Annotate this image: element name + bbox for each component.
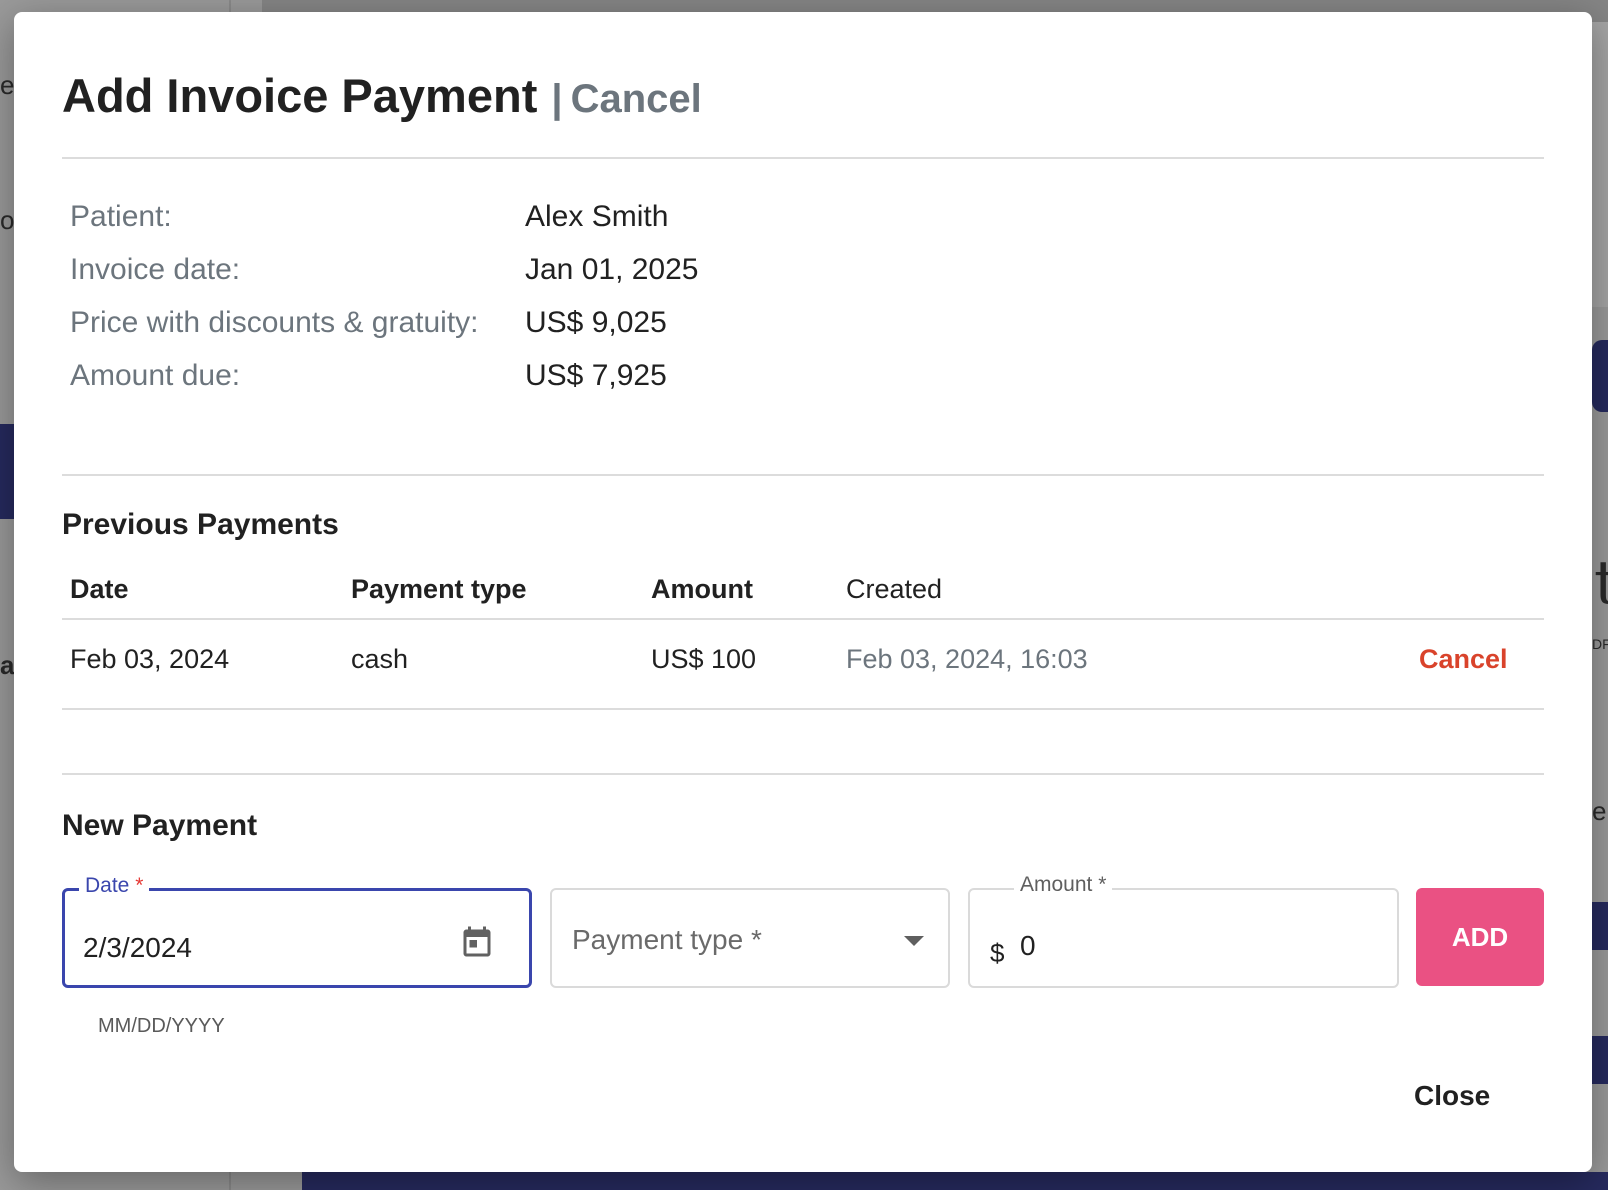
header-cancel-link[interactable]: Cancel [571, 77, 702, 122]
background-tab [1592, 340, 1608, 412]
table-row-divider [62, 708, 1544, 710]
payment-date-cell: Feb 03, 2024 [70, 644, 230, 674]
divider [62, 474, 1544, 476]
add-payment-button[interactable]: ADD [1416, 888, 1544, 986]
title-separator: | [551, 77, 563, 121]
amount-due-label: Amount due: [70, 359, 241, 392]
column-header-created: Created [846, 574, 943, 604]
background-logo-fragment: t [1594, 548, 1608, 618]
background-panel [1592, 22, 1608, 307]
caret-down-icon [902, 934, 926, 952]
new-payment-title: New Payment [62, 809, 258, 842]
invoice-date-value: Jan 01, 2025 [525, 253, 699, 286]
add-invoice-payment-dialog: Add Invoice Payment | Cancel Patient: Al… [14, 12, 1592, 1172]
date-field-label: Date * [79, 874, 150, 898]
background-button [1592, 1036, 1608, 1084]
date-field[interactable]: Date * 2/3/2024 [62, 874, 532, 988]
background-table-header [302, 1172, 1608, 1190]
background-text: e [1592, 796, 1607, 826]
patient-label: Patient: [70, 200, 172, 233]
table-header-divider [62, 618, 1544, 620]
calendar-icon[interactable] [459, 924, 495, 967]
background-nav-highlight [0, 424, 14, 519]
caret-down-glyph [904, 936, 924, 946]
previous-payments-title: Previous Payments [62, 508, 339, 541]
background-text: o [0, 205, 15, 235]
amount-field[interactable]: Amount * $ 0 [968, 873, 1399, 988]
dialog-header: Add Invoice Payment | Cancel [62, 68, 702, 123]
patient-value: Alex Smith [525, 200, 669, 233]
dialog-title: Add Invoice Payment [62, 69, 538, 122]
calendar-icon-glyph [463, 926, 491, 957]
required-marker: * [135, 874, 144, 897]
date-format-hint: MM/DD/YYYY [98, 1015, 225, 1037]
column-header-date: Date [70, 574, 129, 604]
divider [62, 157, 1544, 159]
close-button[interactable]: Close [1414, 1080, 1490, 1112]
payment-created-cell: Feb 03, 2024, 16:03 [846, 644, 1088, 674]
payment-amount-cell: US$ 100 [651, 644, 757, 674]
payment-type-placeholder: Payment type * [572, 924, 762, 955]
amount-field-label: Amount * [1014, 873, 1113, 897]
date-input-value[interactable]: 2/3/2024 [83, 932, 192, 964]
divider [62, 773, 1544, 775]
date-label-text: Date [85, 874, 130, 897]
column-header-amount: Amount [651, 574, 753, 604]
invoice-date-label: Invoice date: [70, 253, 241, 286]
amount-due-value: US$ 7,925 [525, 359, 667, 392]
background-button [1592, 902, 1608, 950]
currency-symbol: $ [990, 938, 1005, 968]
cancel-payment-button[interactable]: Cancel [1419, 644, 1508, 675]
payment-type-select[interactable]: Payment type * [550, 888, 950, 988]
amount-input-value[interactable]: 0 [1020, 930, 1036, 962]
background-text: DF [1592, 636, 1608, 652]
price-value: US$ 9,025 [525, 306, 667, 339]
column-header-payment-type: Payment type [351, 574, 527, 604]
payment-type-cell: cash [351, 644, 409, 674]
price-label: Price with discounts & gratuity: [70, 306, 479, 339]
